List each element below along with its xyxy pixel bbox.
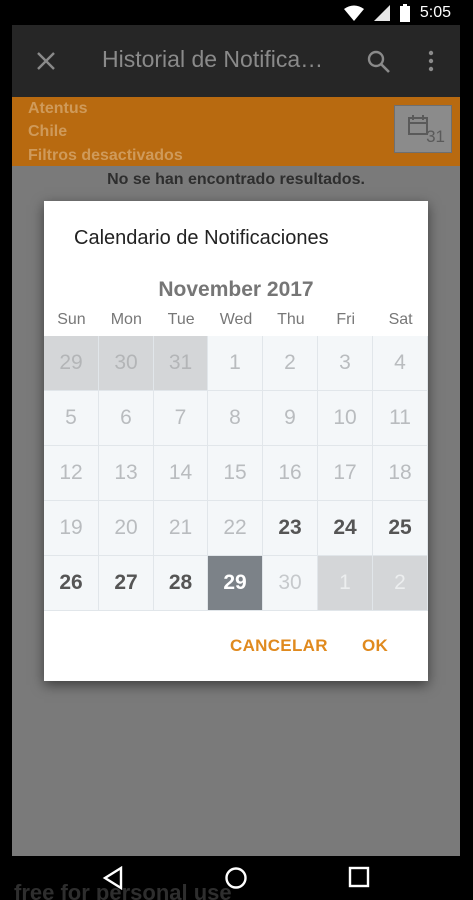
signal-icon — [373, 4, 390, 21]
day-cell: 18 — [373, 446, 428, 501]
banner-country: Chile — [28, 123, 68, 140]
dialog-title: Calendario de Notificaciones — [74, 227, 329, 249]
app-toolbar: Historial de Notifica… — [12, 25, 460, 97]
day-cell: 7 — [154, 391, 208, 446]
day-cell: 15 — [208, 446, 263, 501]
day-cell[interactable]: 25 — [373, 501, 428, 556]
day-cell: 30 — [263, 556, 318, 611]
empty-results-message: No se han encontrado resultados. — [107, 171, 365, 188]
day-cell: 16 — [263, 446, 318, 501]
search-icon[interactable] — [367, 50, 391, 79]
day-cell: 8 — [208, 391, 263, 446]
selected-day-cell[interactable]: 29 — [208, 556, 263, 611]
weekday-header: Sun Mon Tue Wed Thu Fri Sat — [44, 311, 428, 329]
month-label: November 2017 — [158, 278, 314, 301]
day-cell[interactable]: 28 — [154, 556, 208, 611]
day-cell: 6 — [99, 391, 154, 446]
day-cell: 2 — [263, 336, 318, 391]
weekday-label: Sun — [57, 311, 86, 328]
clock: 5:05 — [419, 3, 451, 21]
day-cell: 13 — [99, 446, 154, 501]
filter-banner: Atentus Chile Filtros desactivados 31 — [12, 97, 460, 166]
day-cell: 30 — [99, 336, 154, 391]
day-cell: 9 — [263, 391, 318, 446]
day-cell[interactable]: 26 — [44, 556, 99, 611]
day-cell: 22 — [208, 501, 263, 556]
weekday-label: Mon — [110, 311, 142, 328]
day-cell: 10 — [318, 391, 373, 446]
day-cell: 14 — [154, 446, 208, 501]
banner-company: Atentus — [28, 100, 88, 117]
banner-filters-status: Filtros desactivados — [28, 147, 183, 164]
day-cell: 21 — [154, 501, 208, 556]
status-bar: 5:05 — [0, 0, 473, 25]
weekday-label: Tue — [167, 311, 195, 328]
day-cell: 11 — [373, 391, 428, 446]
day-cell: 1 — [208, 336, 263, 391]
day-cell: 3 — [318, 336, 373, 391]
weekday-label: Sat — [388, 311, 413, 328]
weekday-label: Thu — [277, 311, 305, 328]
day-cell: 1 — [318, 556, 373, 611]
day-cell: 29 — [44, 336, 99, 391]
battery-icon — [399, 3, 410, 22]
weekday-label: Fri — [336, 311, 356, 328]
day-cell[interactable]: 23 — [263, 501, 318, 556]
day-cell: 20 — [99, 501, 154, 556]
day-cell: 12 — [44, 446, 99, 501]
calendar-button[interactable]: 31 — [394, 105, 452, 153]
day-cell: 5 — [44, 391, 99, 446]
ok-button[interactable]: OK — [362, 636, 388, 656]
wifi-icon — [343, 5, 364, 21]
day-cell: 17 — [318, 446, 373, 501]
day-cell: 19 — [44, 501, 99, 556]
calendar-day-number: 31 — [426, 127, 445, 146]
recents-icon[interactable] — [348, 866, 370, 893]
more-options-icon[interactable] — [425, 49, 437, 78]
day-cell: 2 — [373, 556, 428, 611]
cancel-button[interactable]: CANCELAR — [230, 636, 328, 656]
watermark-text: free for personal use — [14, 880, 232, 900]
calendar-dialog: Calendario de Notificaciones November 20… — [44, 201, 428, 681]
day-cell[interactable]: 24 — [318, 501, 373, 556]
toolbar-title: Historial de Notifica… — [102, 46, 324, 72]
weekday-label: Wed — [219, 311, 253, 328]
day-cell: 31 — [154, 336, 208, 391]
day-cell[interactable]: 27 — [99, 556, 154, 611]
close-icon[interactable] — [34, 49, 58, 73]
day-cell: 4 — [373, 336, 428, 391]
